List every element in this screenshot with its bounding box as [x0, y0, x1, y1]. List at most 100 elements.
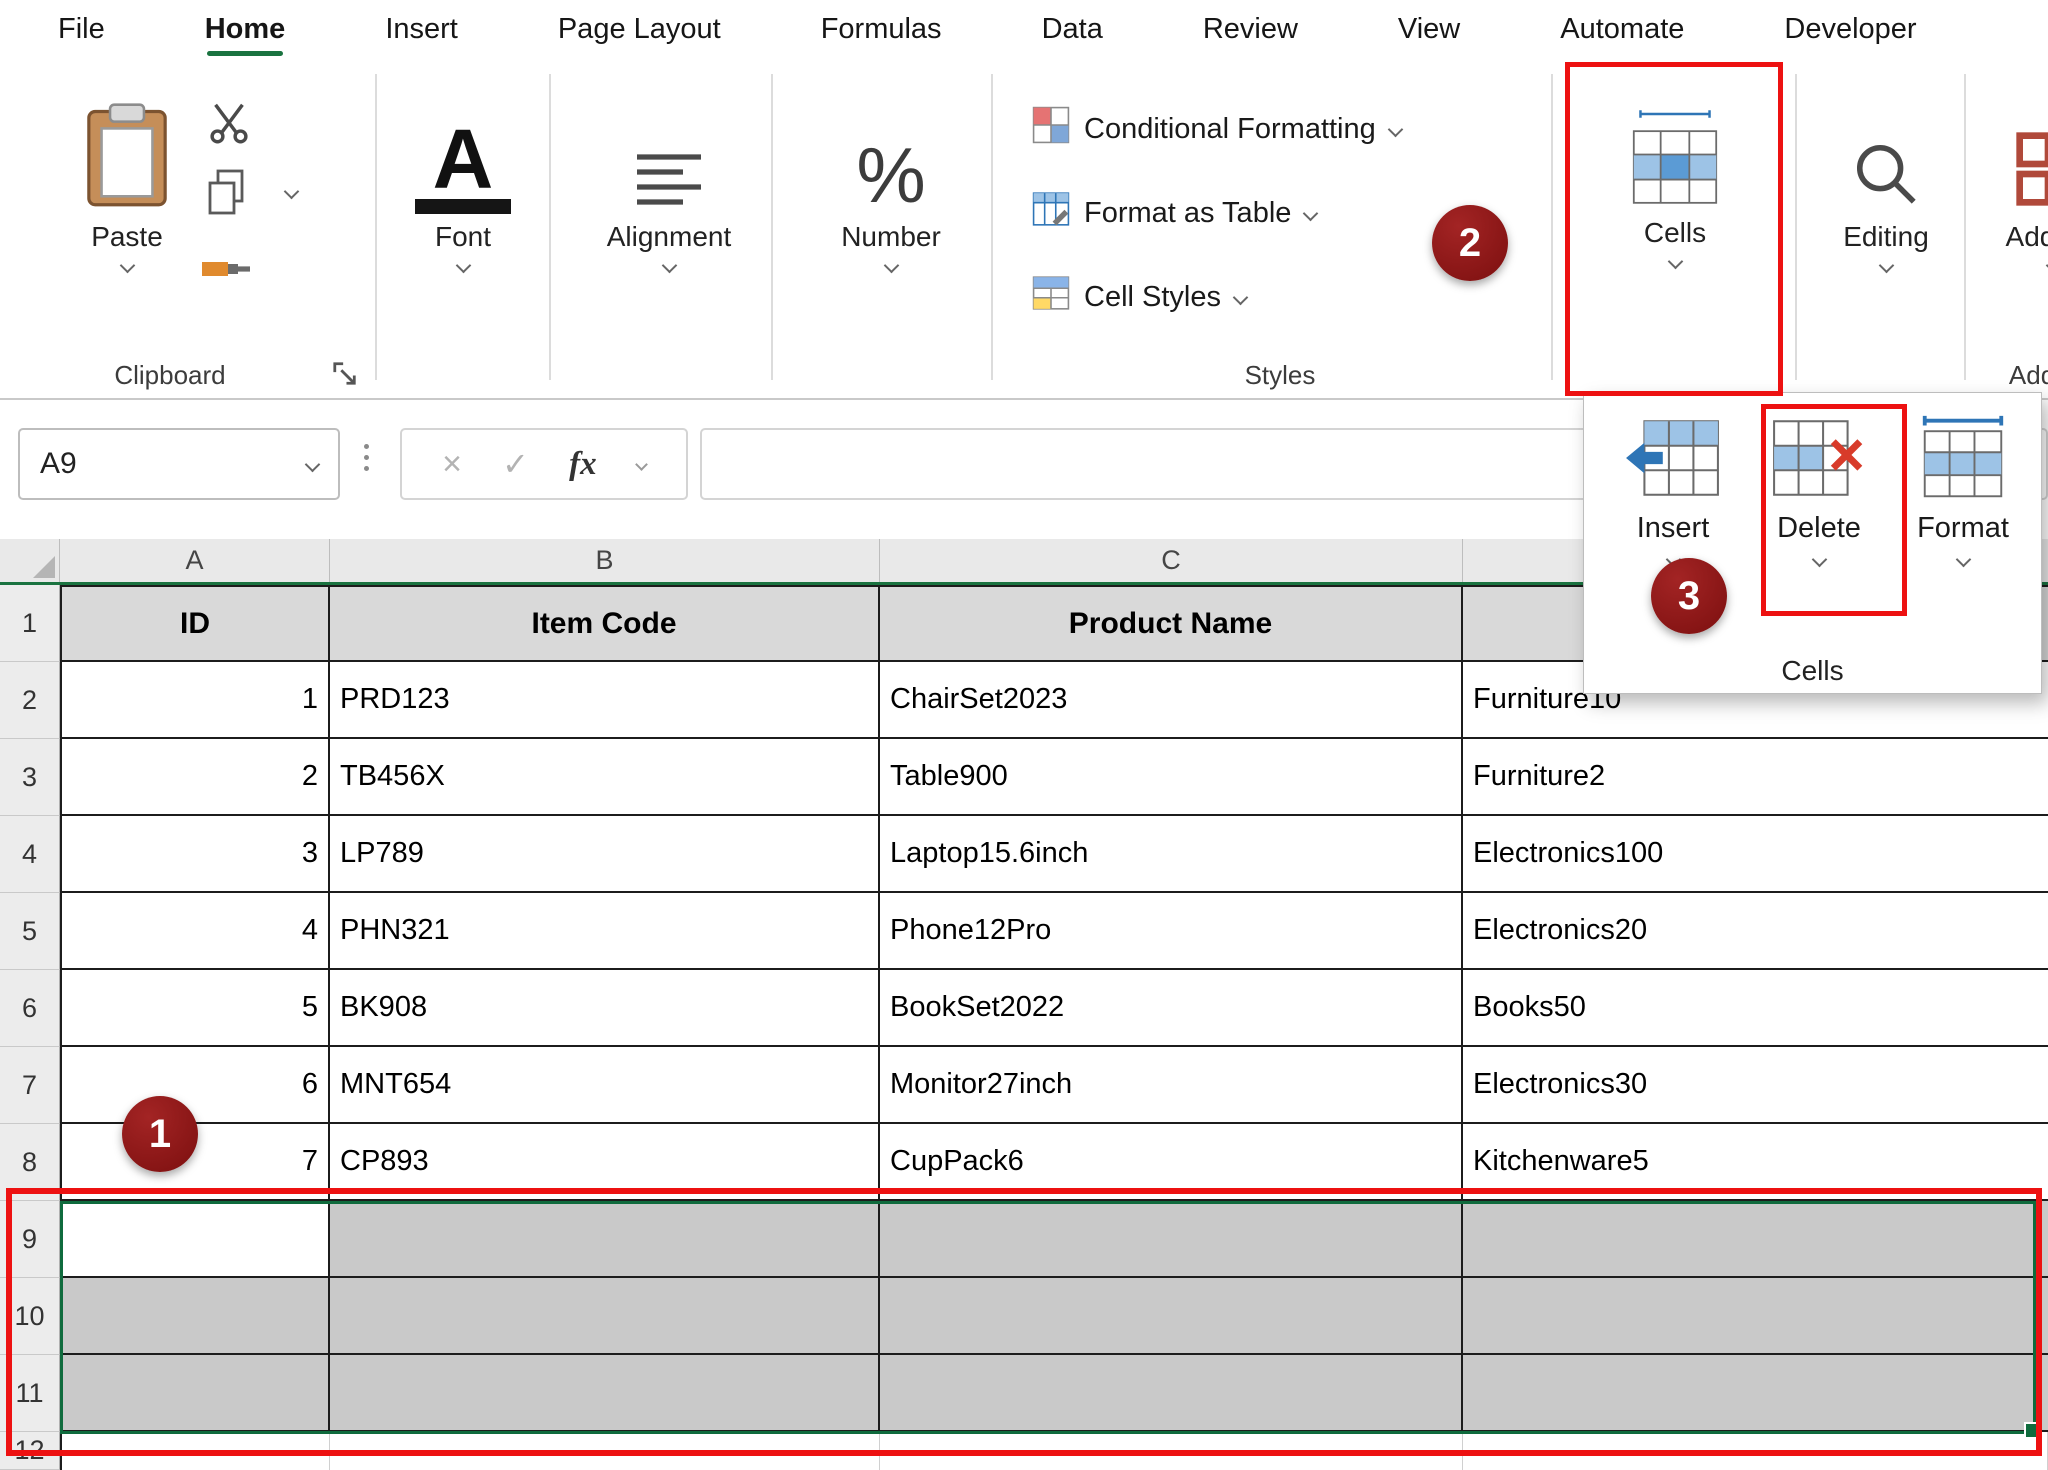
fill-handle[interactable]	[2024, 1422, 2041, 1439]
clipboard-dialog-launcher[interactable]	[332, 361, 358, 392]
conditional-formatting-button[interactable]: Conditional Formatting	[1032, 106, 1401, 152]
tab-data[interactable]: Data	[1042, 0, 1103, 58]
cell[interactable]: Electronics100	[1463, 816, 2048, 893]
cell[interactable]	[880, 1201, 1463, 1278]
row-number[interactable]: 3	[0, 739, 60, 816]
row-number[interactable]: 9	[0, 1201, 60, 1278]
tab-file[interactable]: File	[58, 0, 105, 58]
tab-home[interactable]: Home	[205, 0, 286, 58]
ribbon-tab-bar: File Home Insert Page Layout Formulas Da…	[0, 0, 2048, 58]
cell[interactable]	[880, 1355, 1463, 1432]
format-as-table-button[interactable]: Format as Table	[1032, 190, 1316, 236]
cell[interactable]: Item Code	[330, 585, 880, 662]
cells-button[interactable]: Cells	[1594, 72, 1756, 267]
excel-window: File Home Insert Page Layout Formulas Da…	[0, 0, 2048, 1470]
cell[interactable]: Phone12Pro	[880, 893, 1463, 970]
tab-insert[interactable]: Insert	[385, 0, 458, 58]
cell[interactable]	[60, 1278, 330, 1355]
tab-page-layout[interactable]: Page Layout	[558, 0, 721, 58]
cell[interactable]	[60, 1432, 330, 1470]
cell[interactable]: CupPack6	[880, 1124, 1463, 1201]
cell[interactable]	[330, 1278, 880, 1355]
number-group-button[interactable]: % Number	[806, 76, 976, 271]
cell[interactable]	[880, 1432, 1463, 1470]
cell[interactable]	[880, 1278, 1463, 1355]
cell[interactable]: Monitor27inch	[880, 1047, 1463, 1124]
menu-item-format[interactable]: Format	[1896, 413, 2030, 565]
cell[interactable]: Electronics20	[1463, 893, 2048, 970]
paste-button[interactable]: Paste	[66, 76, 188, 271]
row-number[interactable]: 5	[0, 893, 60, 970]
copy-button[interactable]	[204, 168, 248, 223]
row-number[interactable]: 7	[0, 1047, 60, 1124]
cell[interactable]: LP789	[330, 816, 880, 893]
menu-item-insert[interactable]: Insert	[1606, 413, 1740, 565]
cell[interactable]: PRD123	[330, 662, 880, 739]
tab-view[interactable]: View	[1398, 0, 1460, 58]
cell-styles-button[interactable]: Cell Styles	[1032, 274, 1246, 320]
column-header-c[interactable]: C	[880, 539, 1463, 582]
cell[interactable]: 3	[60, 816, 330, 893]
cell[interactable]: 6	[60, 1047, 330, 1124]
copy-chevron-down-icon[interactable]	[284, 184, 300, 200]
cell[interactable]: 1	[60, 662, 330, 739]
conditional-formatting-icon	[1032, 106, 1070, 152]
cell[interactable]: BookSet2022	[880, 970, 1463, 1047]
cut-button[interactable]	[206, 100, 252, 151]
cell[interactable]: Table900	[880, 739, 1463, 816]
cell[interactable]	[1463, 1355, 2048, 1432]
row-number[interactable]: 6	[0, 970, 60, 1047]
cell[interactable]: CP893	[330, 1124, 880, 1201]
insert-function-icon[interactable]: fx	[569, 446, 597, 483]
cell[interactable]: ID	[60, 585, 330, 662]
cell[interactable]	[1463, 1278, 2048, 1355]
cell[interactable]	[330, 1355, 880, 1432]
editing-button[interactable]: Editing	[1806, 76, 1966, 271]
cell[interactable]: MNT654	[330, 1047, 880, 1124]
row-number[interactable]: 11	[0, 1355, 60, 1432]
row-number[interactable]: 2	[0, 662, 60, 739]
cell[interactable]: Laptop15.6inch	[880, 816, 1463, 893]
row-number[interactable]: 12	[0, 1432, 60, 1470]
cell[interactable]	[330, 1201, 880, 1278]
tab-developer[interactable]: Developer	[1784, 0, 1916, 58]
column-header-a[interactable]: A	[60, 539, 330, 582]
tab-review[interactable]: Review	[1203, 0, 1298, 58]
cell[interactable]	[1463, 1432, 2048, 1470]
cell[interactable]: PHN321	[330, 893, 880, 970]
row-number[interactable]: 1	[0, 585, 60, 662]
cell[interactable]: Electronics30	[1463, 1047, 2048, 1124]
cell[interactable]: 2	[60, 739, 330, 816]
row-number[interactable]: 8	[0, 1124, 60, 1201]
addins-button[interactable]: Add-ins	[1978, 76, 2048, 271]
cell[interactable]	[60, 1355, 330, 1432]
column-header-b[interactable]: B	[330, 539, 880, 582]
format-as-table-icon	[1032, 190, 1070, 236]
cell[interactable]: Furniture2	[1463, 739, 2048, 816]
cell[interactable]: Product Name	[880, 585, 1463, 662]
menu-item-delete[interactable]: Delete	[1752, 413, 1886, 565]
font-group-button[interactable]: A Font	[398, 76, 528, 271]
cell[interactable]: Books50	[1463, 970, 2048, 1047]
paintbrush-icon	[200, 275, 252, 292]
format-painter-button[interactable]	[200, 246, 252, 293]
cell[interactable]	[1463, 1201, 2048, 1278]
cell[interactable]: 5	[60, 970, 330, 1047]
cell[interactable]: 4	[60, 893, 330, 970]
tab-automate[interactable]: Automate	[1560, 0, 1684, 58]
select-all-corner[interactable]	[0, 539, 60, 582]
cell[interactable]: Kitchenware5	[1463, 1124, 2048, 1201]
enter-icon[interactable]: ✓	[502, 445, 529, 483]
cell[interactable]: TB456X	[330, 739, 880, 816]
cancel-icon[interactable]: ×	[442, 445, 462, 484]
chevron-down-icon	[305, 456, 321, 472]
cell[interactable]: BK908	[330, 970, 880, 1047]
row-number[interactable]: 4	[0, 816, 60, 893]
active-cell-a9[interactable]	[60, 1201, 330, 1278]
cell[interactable]: ChairSet2023	[880, 662, 1463, 739]
alignment-group-button[interactable]: Alignment	[580, 76, 758, 271]
tab-formulas[interactable]: Formulas	[821, 0, 942, 58]
name-box[interactable]: A9	[18, 428, 340, 500]
row-number[interactable]: 10	[0, 1278, 60, 1355]
cell[interactable]	[330, 1432, 880, 1470]
